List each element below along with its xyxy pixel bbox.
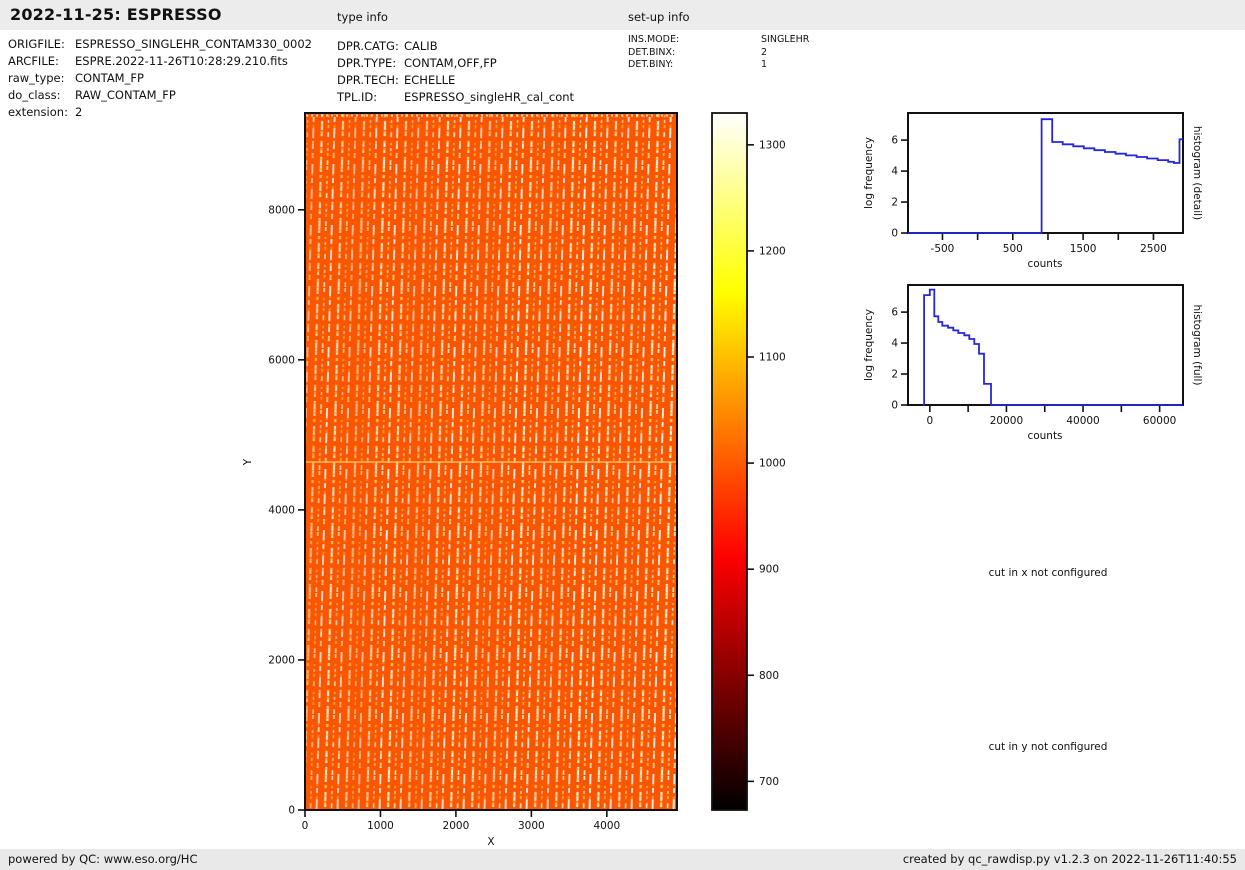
meta-row: do_class: RAW_CONTAM_FP [8,87,336,104]
hist-full-right-label: histogram (full) [1191,305,1203,386]
meta-label: TPL.ID: [337,90,378,104]
x-tick-label: 0 [302,820,309,832]
y-tick-label: 0 [891,400,898,412]
y-tick-label: 6 [891,135,898,147]
meta-row: DPR.TECH: ECHELLE [337,72,627,89]
y-tick-label: 2000 [268,654,295,666]
meta-row: DPR.CATG: CALIB [337,38,627,55]
x-tick-label: 500 [1003,243,1023,255]
cut-x-message: cut in x not configured [988,567,1108,579]
colorbar-tick-label: 1100 [759,352,786,364]
meta-row: raw_type: CONTAM_FP [8,70,336,87]
y-tick-label: 4000 [268,504,295,516]
meta-value: CONTAM,OFF,FP [404,56,497,70]
meta-value: ESPRESSO_singleHR_cal_cont [404,90,575,104]
y-tick-label: 4 [891,166,898,178]
hist-detail-axes-box [907,112,1184,234]
meta-row: ARCFILE: ESPRE.2022-11-26T10:28:29.210.fi… [8,53,336,70]
meta-value: 2 [75,105,83,119]
page-title: 2022-11-25: ESPRESSO [10,5,222,24]
x-tick-label: 1500 [1070,243,1097,255]
hist-detail-xlabel: counts [1027,258,1062,270]
y-tick-label: 6000 [268,354,295,366]
type-info-section-label: type info [337,10,388,24]
y-tick-label: 0 [891,228,898,240]
meta-row: DET.BINY: 1 [628,59,878,72]
meta-value: RAW_CONTAM_FP [75,88,176,102]
footer-created-by: created by qc_rawdisp.py v1.2.3 on 2022-… [902,852,1237,866]
hist-full-xlabel: counts [1027,430,1062,442]
meta-value: 1 [761,59,768,70]
meta-label: raw_type: [8,71,65,85]
meta-row: DET.BINX: 2 [628,47,878,60]
meta-label: DET.BINY: [628,59,674,70]
meta-label: do_class: [8,88,61,102]
meta-label: ARCFILE: [8,54,59,68]
y-axis-title: Y [242,458,254,466]
hist-full-ylabel: log frequency [863,309,875,381]
colorbar-tick-label: 1200 [759,245,786,257]
setup-info-block: INS.MODE: SINGLEHR DET.BINX: 2 DET.BINY: 1 [628,34,878,72]
meta-row: INS.MODE: SINGLEHR [628,34,878,47]
meta-row: ORIGFILE: ESPRESSO_SINGLEHR_CONTAM330_000… [8,36,336,53]
x-tick-label: 4000 [593,820,620,832]
y-tick-label: 0 [288,805,295,817]
y-tick-label: 2 [891,197,898,209]
cut-y-message: cut in y not configured [988,741,1108,753]
y-tick-label: 4 [891,338,898,350]
meta-label: ORIGFILE: [8,37,65,51]
x-tick-label: 60000 [1143,415,1176,427]
meta-value: 2 [761,46,768,58]
x-tick-label: 2500 [1140,243,1167,255]
y-tick-label: 6 [891,307,898,319]
x-tick-label: 3000 [518,820,545,832]
meta-label: DET.BINX: [628,46,676,58]
x-tick-label: 40000 [1066,415,1099,427]
setup-info-section-label: set-up info [628,10,690,24]
colorbar-tick-label: 1000 [759,458,786,470]
histogram-full-plot: log frequency histogram (full) counts 0 2… [863,284,1203,442]
colorbar-tick-label: 900 [759,564,779,576]
meta-label: INS.MODE: [628,34,680,45]
meta-value: ECHELLE [404,73,456,87]
histogram-detail-plot: log frequency histogram (detail) counts … [863,112,1203,270]
meta-label: extension: [8,105,68,119]
x-tick-label: 2000 [443,820,470,832]
raw-image-plot: X Y 0 1000 2000 3000 4000 0 2000 4000 6000 8000 [242,112,678,848]
colorbar: 700 800 900 1000 1100 1200 1300 [711,112,786,811]
x-tick-label: 20000 [990,415,1023,427]
meta-row: DPR.TYPE: CONTAM,OFF,FP [337,55,627,72]
x-tick-label: 1000 [367,820,394,832]
x-tick-label: 0 [926,415,933,427]
meta-label: DPR.CATG: [337,39,399,53]
meta-label: DPR.TYPE: [337,56,397,70]
meta-value: ESPRE.2022-11-26T10:28:29.210.fits [75,54,288,68]
y-tick-label: 8000 [268,204,295,216]
type-info-block: DPR.CATG: CALIB DPR.TYPE: CONTAM,OFF,FP DPR.… [337,38,627,106]
x-axis-title: X [487,836,494,848]
colorbar-gradient [712,113,747,810]
hist-detail-ylabel: log frequency [863,137,875,209]
colorbar-tick-label: 800 [759,670,779,682]
colorbar-tick-label: 700 [759,776,779,788]
footer-powered-by: powered by QC: www.eso.org/HC [8,852,198,866]
meta-label: DPR.TECH: [337,73,399,87]
meta-value: SINGLEHR [761,34,810,45]
meta-value: CALIB [404,39,438,53]
colorbar-tick-label: 1300 [759,139,786,151]
hist-detail-right-label: histogram (detail) [1191,126,1203,220]
meta-value: CONTAM_FP [75,71,144,85]
hist-full-axes-box [907,284,1184,406]
qc-report-page: 2022-11-25: ESPRESSO type info set-up in… [0,0,1245,870]
x-tick-label: -500 [931,243,955,255]
meta-value: ESPRESSO_SINGLEHR_CONTAM330_0002 [75,37,312,51]
meta-row: TPL.ID: ESPRESSO_singleHR_cal_cont [337,89,627,106]
y-tick-label: 2 [891,369,898,381]
